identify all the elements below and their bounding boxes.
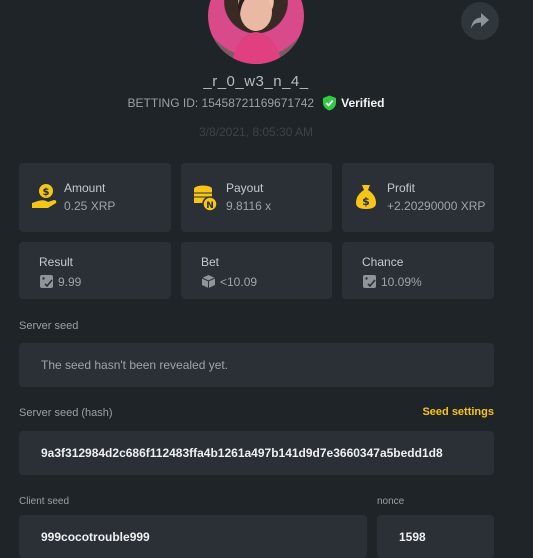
server-seed-label: Server seed <box>19 320 79 332</box>
svg-text:$: $ <box>43 187 50 198</box>
svg-text:N: N <box>206 201 214 211</box>
bet-timestamp: 3/8/2021, 8:05:30 AM <box>198 125 314 139</box>
server-seed-field: The seed hasn't been revealed yet. <box>19 343 494 387</box>
dice-icon <box>201 275 216 288</box>
payout-value: 9.8116 x <box>226 199 272 213</box>
seed-settings-link[interactable]: Seed settings <box>422 406 494 418</box>
payout-card: N Payout 9.8116 x <box>181 163 332 232</box>
bet-card: Bet <10.09 <box>181 242 332 299</box>
server-seed-hash-label: Server seed (hash) <box>19 407 113 419</box>
profit-card: $ Profit +2.20290000 XRP <box>342 163 494 232</box>
profit-value: +2.20290000 XRP <box>387 199 486 213</box>
avatar-photo-icon <box>232 0 282 64</box>
server-seed-hash-value: 9a3f312984d2c686f112483ffa4b1261a497b141… <box>41 446 443 460</box>
scrollbar[interactable] <box>533 0 538 558</box>
verified-badge: Verified <box>322 95 384 111</box>
share-button[interactable] <box>461 2 499 40</box>
bet-label: Bet <box>201 255 220 269</box>
share-arrow-icon <box>471 13 489 29</box>
svg-text:$: $ <box>362 195 370 208</box>
money-sack-icon: $ <box>356 185 376 209</box>
bet-id: BETTING ID: 15458721169671742 <box>127 96 315 110</box>
server-seed-value: The seed hasn't been revealed yet. <box>41 358 229 372</box>
client-seed-value: 999cocotrouble999 <box>41 529 150 544</box>
dice-check-icon <box>363 275 376 288</box>
profit-label: Profit <box>387 181 416 195</box>
nonce-value: 1598 <box>399 529 426 544</box>
verified-label: Verified <box>341 96 385 110</box>
amount-value: 0.25 XRP <box>64 199 116 213</box>
chance-value: 10.09% <box>381 275 422 289</box>
result-label: Result <box>39 255 74 269</box>
server-seed-hash-field[interactable]: 9a3f312984d2c686f112483ffa4b1261a497b141… <box>19 431 494 475</box>
avatar <box>208 0 304 64</box>
verified-shield-icon <box>323 95 337 111</box>
dice-check-icon <box>40 275 53 288</box>
coin-stack-icon: N <box>194 185 218 212</box>
result-card: Result 9.99 <box>19 242 171 299</box>
nonce-field[interactable]: 1598 <box>377 515 494 558</box>
nonce-label: nonce <box>377 496 405 507</box>
amount-label: Amount <box>64 181 106 195</box>
chance-card: Chance 10.09% <box>342 242 494 299</box>
payout-label: Payout <box>226 181 264 195</box>
bet-id-row: BETTING ID: 15458721169671742 Verified <box>0 95 512 111</box>
bet-value: <10.09 <box>220 275 258 289</box>
money-bag-coin-icon: $ <box>32 184 57 208</box>
client-seed-label: Client seed <box>19 496 70 507</box>
client-seed-field[interactable]: 999cocotrouble999 <box>19 515 367 558</box>
result-value: 9.99 <box>58 275 82 289</box>
chance-label: Chance <box>362 255 404 269</box>
username: _r_0_w3_n_4_ <box>203 73 309 90</box>
amount-card: $ Amount 0.25 XRP <box>19 163 171 232</box>
